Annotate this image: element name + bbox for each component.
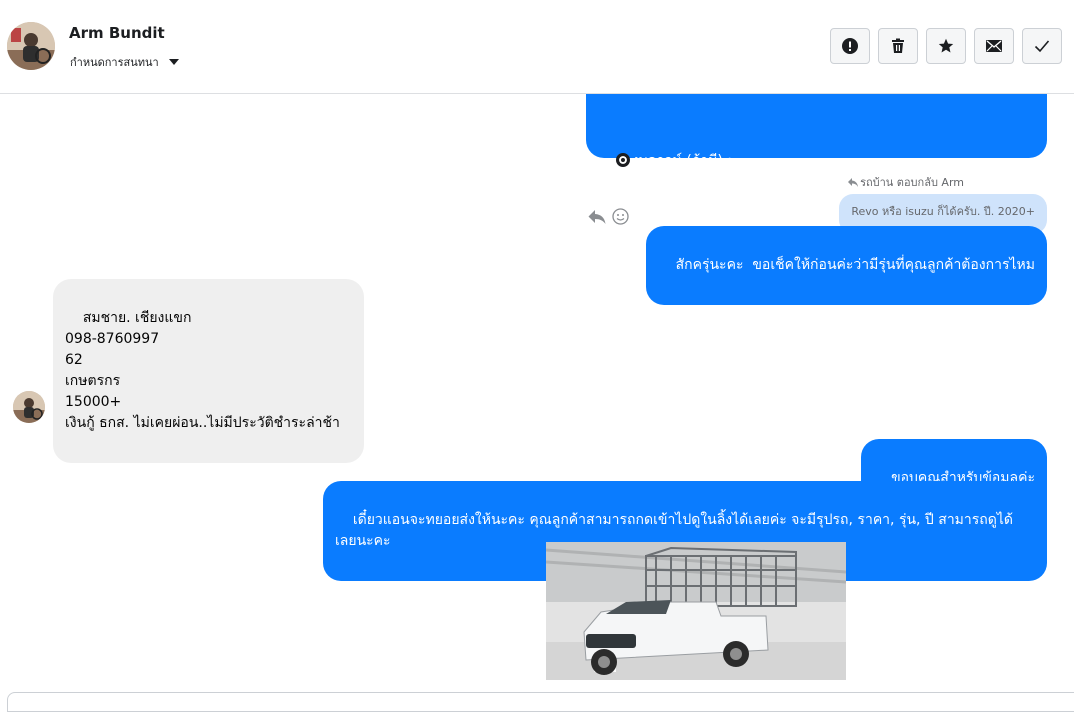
radio-bullet-icon xyxy=(615,153,630,167)
reply-meta-text: รถบ้าน ตอบกลับ Arm xyxy=(860,176,964,189)
chevron-down-icon xyxy=(168,59,179,65)
message-thread: งบดาวน์ (ถ้ามี) : รถบ้าน ตอบกลับ Arm Rev… xyxy=(0,94,1074,692)
conversation-header: Arm Bundit กำหนดการสนทนา xyxy=(0,0,1074,94)
message-composer[interactable] xyxy=(7,692,1074,712)
star-button[interactable] xyxy=(926,28,966,64)
message-actions xyxy=(588,208,629,225)
mark-unread-button[interactable] xyxy=(974,28,1014,64)
contact-avatar-small xyxy=(13,391,45,423)
check-icon xyxy=(1034,40,1050,53)
emoji-reaction-icon[interactable] xyxy=(612,208,629,225)
manage-conversation-label: กำหนดการสนทนา xyxy=(70,56,159,69)
toolbar xyxy=(830,28,1062,64)
outgoing-message[interactable]: สักครุ่นะคะ ขอเช็คให้ก่อนค่ะว่ามีรุ่นที่… xyxy=(645,226,1047,305)
mark-spam-button[interactable] xyxy=(830,28,870,64)
reply-icon xyxy=(848,177,859,187)
envelope-icon xyxy=(986,40,1002,52)
quoted-message-text: Revo หรือ isuzu ก็ได้ครับ. ปี. 2020+ xyxy=(851,205,1035,218)
outgoing-message-text: งบดาวน์ (ถ้ามี) : xyxy=(631,153,733,169)
trash-icon xyxy=(892,38,904,53)
contact-name[interactable]: Arm Bundit xyxy=(69,24,165,42)
truck-photo[interactable] xyxy=(546,542,846,680)
alert-icon xyxy=(842,38,858,54)
incoming-message-text: สมชาย. เชียงแขก 098-8760997 62 เกษตรกร 1… xyxy=(65,310,340,431)
outgoing-message-text: สักครุ่นะคะ ขอเช็คให้ก่อนค่ะว่ามีรุ่นที่… xyxy=(675,257,1035,273)
outgoing-message[interactable]: งบดาวน์ (ถ้ามี) : xyxy=(586,94,1047,169)
reply-icon[interactable] xyxy=(588,209,606,225)
star-icon xyxy=(938,38,954,53)
incoming-message[interactable]: สมชาย. เชียงแขก 098-8760997 62 เกษตรกร 1… xyxy=(53,279,364,463)
delete-button[interactable] xyxy=(878,28,918,64)
mark-done-button[interactable] xyxy=(1022,28,1062,64)
reply-meta: รถบ้าน ตอบกลับ Arm xyxy=(848,173,964,191)
contact-avatar[interactable] xyxy=(7,22,55,70)
manage-conversation-dropdown[interactable]: กำหนดการสนทนา xyxy=(70,53,179,71)
